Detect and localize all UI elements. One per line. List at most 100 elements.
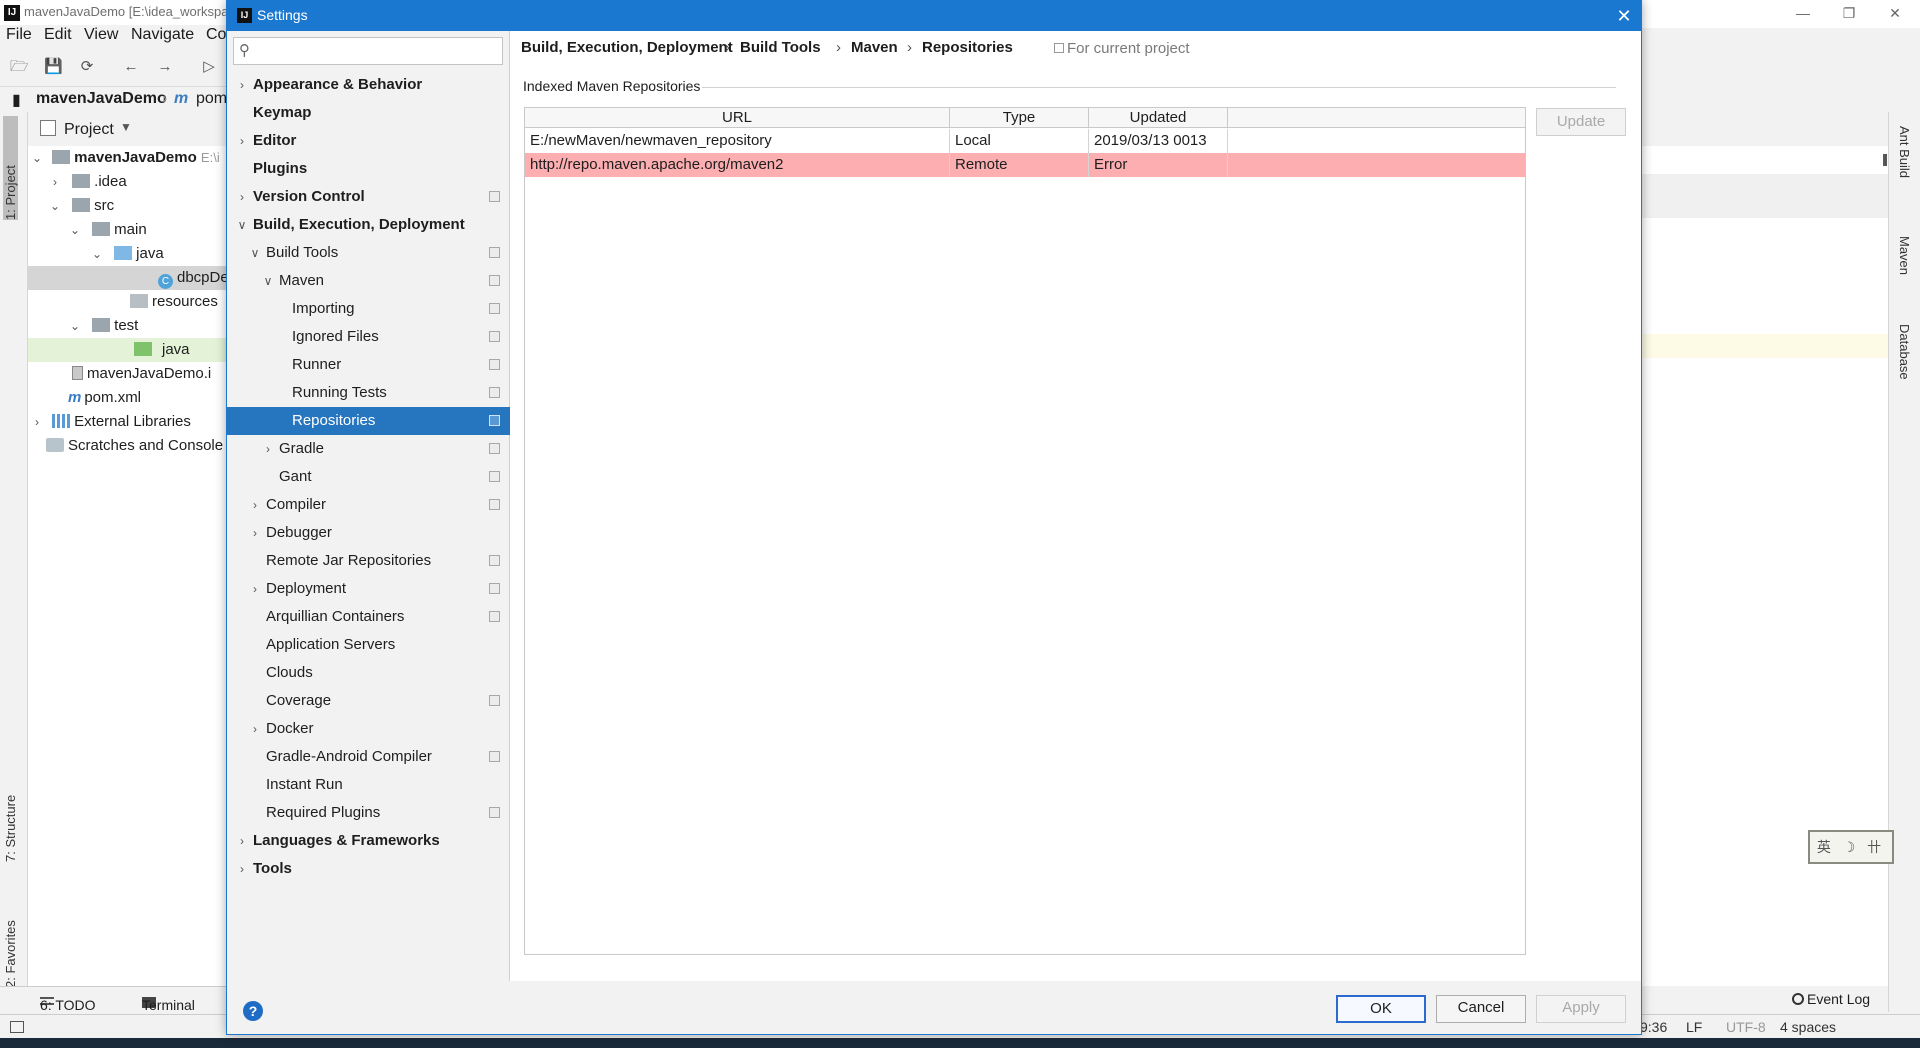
nav-item-plugins[interactable]: Plugins [227, 155, 510, 183]
tree-item-external-libraries[interactable]: › External Libraries [28, 410, 191, 434]
tool-tab-database[interactable]: Database [1897, 324, 1912, 380]
nav-item-keymap[interactable]: Keymap [227, 99, 510, 127]
save-all-icon[interactable]: 💾 [44, 59, 63, 75]
nav-item-runner[interactable]: Runner [227, 351, 510, 379]
window-close-icon[interactable]: ✕ [1872, 0, 1918, 28]
tool-tab-maven[interactable]: Maven [1897, 236, 1912, 275]
chevron-right-icon[interactable]: › [30, 410, 44, 434]
status-line-separator[interactable]: LF [1686, 1019, 1702, 1035]
nav-item-application-servers[interactable]: Application Servers [227, 631, 510, 659]
chevron-down-icon[interactable]: ∨ [261, 267, 275, 295]
sync-icon[interactable]: ⟳ [78, 59, 96, 75]
chevron-down-icon[interactable]: ⌄ [48, 194, 62, 218]
settings-search-input[interactable] [260, 41, 496, 61]
chevron-right-icon[interactable]: › [235, 183, 249, 211]
status-indent[interactable]: 4 spaces [1780, 1019, 1836, 1035]
nav-item-debugger[interactable]: › Debugger [227, 519, 510, 547]
tool-tab-project[interactable]: 1: Project [3, 116, 18, 220]
minimize-icon[interactable]: — [1780, 0, 1826, 28]
nav-item-gant[interactable]: Gant [227, 463, 510, 491]
nav-file-crumb[interactable]: pom [196, 90, 227, 108]
column-header-type[interactable]: Type [950, 108, 1089, 128]
tree-item-main-java[interactable]: ⌄ java [90, 242, 164, 266]
nav-item-docker[interactable]: › Docker [227, 715, 510, 743]
nav-item-deployment[interactable]: › Deployment [227, 575, 510, 603]
nav-item-gradle-android-compiler[interactable]: Gradle-Android Compiler [227, 743, 510, 771]
tree-item-resources[interactable]: resources [130, 290, 218, 314]
nav-item-repositories[interactable]: Repositories [227, 407, 510, 435]
chevron-right-icon[interactable]: › [248, 715, 262, 743]
ok-button[interactable]: OK [1336, 995, 1426, 1023]
nav-item-gradle[interactable]: › Gradle [227, 435, 510, 463]
tree-item-idea[interactable]: › .idea [48, 170, 127, 194]
chevron-right-icon[interactable]: › [235, 855, 249, 883]
menu-view[interactable]: View [84, 26, 118, 44]
chevron-right-icon[interactable]: › [235, 71, 249, 99]
tree-item-pom[interactable]: m pom.xml [68, 386, 141, 410]
chevron-down-icon[interactable]: ∨ [235, 211, 249, 239]
column-header-url[interactable]: URL [525, 108, 950, 128]
open-folder-icon[interactable]: 🗁 [10, 59, 29, 75]
nav-item-build-execution-deployment[interactable]: ∨ Build, Execution, Deployment [227, 211, 510, 239]
chevron-right-icon[interactable]: › [261, 435, 275, 463]
nav-item-editor[interactable]: › Editor [227, 127, 510, 155]
menu-navigate[interactable]: Navigate [131, 26, 194, 44]
chevron-down-icon[interactable]: ⌄ [68, 218, 82, 242]
table-row[interactable]: E:/newMaven/newmaven_repository Local 20… [525, 129, 1525, 153]
table-row-error[interactable]: http://repo.maven.apache.org/maven2 Remo… [525, 153, 1525, 177]
nav-item-remote-jar-repositories[interactable]: Remote Jar Repositories [227, 547, 510, 575]
chevron-down-icon[interactable]: ⌄ [68, 314, 82, 338]
tool-tab-favorites[interactable]: 2: Favorites [3, 878, 18, 988]
nav-item-importing[interactable]: Importing [227, 295, 510, 323]
chevron-down-icon[interactable]: ▼ [120, 120, 132, 134]
tree-item-src[interactable]: ⌄ src [48, 194, 114, 218]
menu-file[interactable]: File [6, 26, 32, 44]
forward-arrow-icon[interactable]: → [156, 59, 174, 75]
nav-item-clouds[interactable]: Clouds [227, 659, 510, 687]
run-config-icon[interactable]: ▷ [200, 59, 218, 75]
menu-code[interactable]: Co [206, 26, 226, 44]
chevron-right-icon[interactable]: › [248, 519, 262, 547]
tree-item-test-java[interactable]: java [28, 338, 226, 362]
restore-icon[interactable]: ❐ [1826, 0, 1872, 28]
chevron-right-icon[interactable]: › [248, 491, 262, 519]
ime-indicator[interactable]: 英 ☽ 卄 [1808, 830, 1894, 864]
chevron-down-icon[interactable]: ⌄ [30, 146, 44, 170]
event-log-button[interactable]: Event Log [1792, 991, 1870, 1007]
nav-item-languages-frameworks[interactable]: › Languages & Frameworks [227, 827, 510, 855]
nav-item-arquillian-containers[interactable]: Arquillian Containers [227, 603, 510, 631]
chevron-right-icon[interactable]: › [248, 575, 262, 603]
chevron-right-icon[interactable]: › [235, 827, 249, 855]
nav-item-maven[interactable]: ∨ Maven [227, 267, 510, 295]
chevron-right-icon[interactable]: › [48, 170, 62, 194]
tool-tab-ant-build[interactable]: Ant Build [1897, 126, 1912, 178]
apply-button[interactable]: Apply [1536, 995, 1626, 1023]
project-view-label[interactable]: Project [64, 121, 114, 139]
status-encoding[interactable]: UTF-8 [1726, 1019, 1766, 1035]
nav-item-ignored-files[interactable]: Ignored Files [227, 323, 510, 351]
chevron-down-icon[interactable]: ⌄ [90, 242, 104, 266]
back-arrow-icon[interactable]: ← [122, 59, 140, 75]
column-header-updated[interactable]: Updated [1089, 108, 1228, 128]
menu-edit[interactable]: Edit [44, 26, 72, 44]
nav-item-required-plugins[interactable]: Required Plugins [227, 799, 510, 827]
tree-item-main[interactable]: ⌄ main [68, 218, 147, 242]
status-layout-icon[interactable] [10, 1021, 24, 1033]
chevron-right-icon[interactable]: › [235, 127, 249, 155]
tree-item-root[interactable]: ⌄ mavenJavaDemo E:\i [28, 146, 226, 170]
update-button[interactable]: Update [1536, 108, 1626, 136]
tree-item-dbcp-class[interactable]: CdbcpDe [28, 266, 229, 290]
nav-item-coverage[interactable]: Coverage [227, 687, 510, 715]
nav-item-appearance-behavior[interactable]: › Appearance & Behavior [227, 71, 510, 99]
cancel-button[interactable]: Cancel [1436, 995, 1526, 1023]
nav-item-compiler[interactable]: › Compiler [227, 491, 510, 519]
nav-item-version-control[interactable]: › Version Control [227, 183, 510, 211]
close-icon[interactable]: ✕ [1607, 1, 1641, 31]
tree-item-iml[interactable]: mavenJavaDemo.i [72, 362, 211, 386]
nav-item-instant-run[interactable]: Instant Run [227, 771, 510, 799]
help-icon[interactable]: ? [243, 1001, 263, 1021]
nav-item-build-tools[interactable]: ∨ Build Tools [227, 239, 510, 267]
tree-item-scratches[interactable]: Scratches and Console [46, 434, 223, 458]
nav-project-crumb[interactable]: mavenJavaDemo [36, 90, 167, 108]
status-caret-position[interactable]: 9:36 [1640, 1019, 1667, 1035]
